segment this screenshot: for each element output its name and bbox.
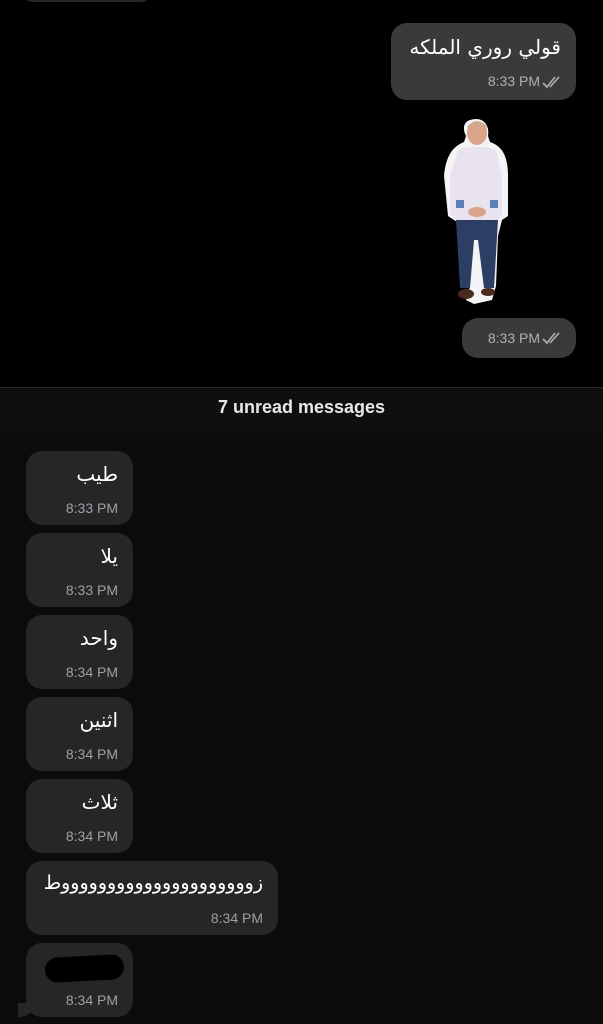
message-text: يلا [100, 544, 119, 568]
sticker-time-bubble: 8:33 PM [462, 318, 576, 358]
message-text: واحد [79, 626, 118, 650]
message-time: 8:34 PM [65, 664, 118, 680]
man-standing-sticker[interactable] [440, 116, 512, 308]
incoming-message-bubble[interactable]: ثلاث 8:34 PM [26, 779, 133, 853]
redacted-text-blot [44, 953, 125, 984]
message-time: 8:33 PM [65, 582, 118, 598]
previous-message-bubble[interactable] [22, 0, 152, 2]
outgoing-message-bubble[interactable]: قولي روري الملكه 8:33 PM [391, 23, 576, 100]
message-text: قولي روري الملكه [409, 35, 561, 59]
message-time: 8:33 PM [65, 500, 118, 516]
message-time: 8:34 PM [65, 746, 118, 762]
message-text: اثنين [79, 708, 118, 732]
incoming-message-bubble[interactable]: يلا 8:33 PM [26, 533, 133, 607]
message-time: 8:34 PM [65, 828, 118, 844]
incoming-message-bubble[interactable]: اثنين 8:34 PM [26, 697, 133, 771]
message-text: زوووووووووووووووووووووط [43, 872, 263, 894]
message-time: 8:34 PM [210, 910, 263, 926]
message-text: ثلاث [81, 790, 118, 814]
incoming-message-bubble[interactable]: طيب 8:33 PM [26, 451, 133, 525]
double-check-icon [542, 76, 560, 89]
double-check-icon [542, 332, 560, 345]
incoming-message-bubble[interactable]: زوووووووووووووووووووووط 8:34 PM [26, 861, 278, 935]
message-time: 8:33 PM [487, 330, 540, 346]
unread-messages-label: 7 unread messages [217, 397, 386, 417]
incoming-message-bubble[interactable]: 8:34 PM [26, 943, 133, 1017]
message-text: طيب [76, 462, 118, 486]
message-time: 8:34 PM [65, 992, 118, 1008]
message-time: 8:33 PM [487, 73, 540, 89]
incoming-message-bubble[interactable]: واحد 8:34 PM [26, 615, 133, 689]
